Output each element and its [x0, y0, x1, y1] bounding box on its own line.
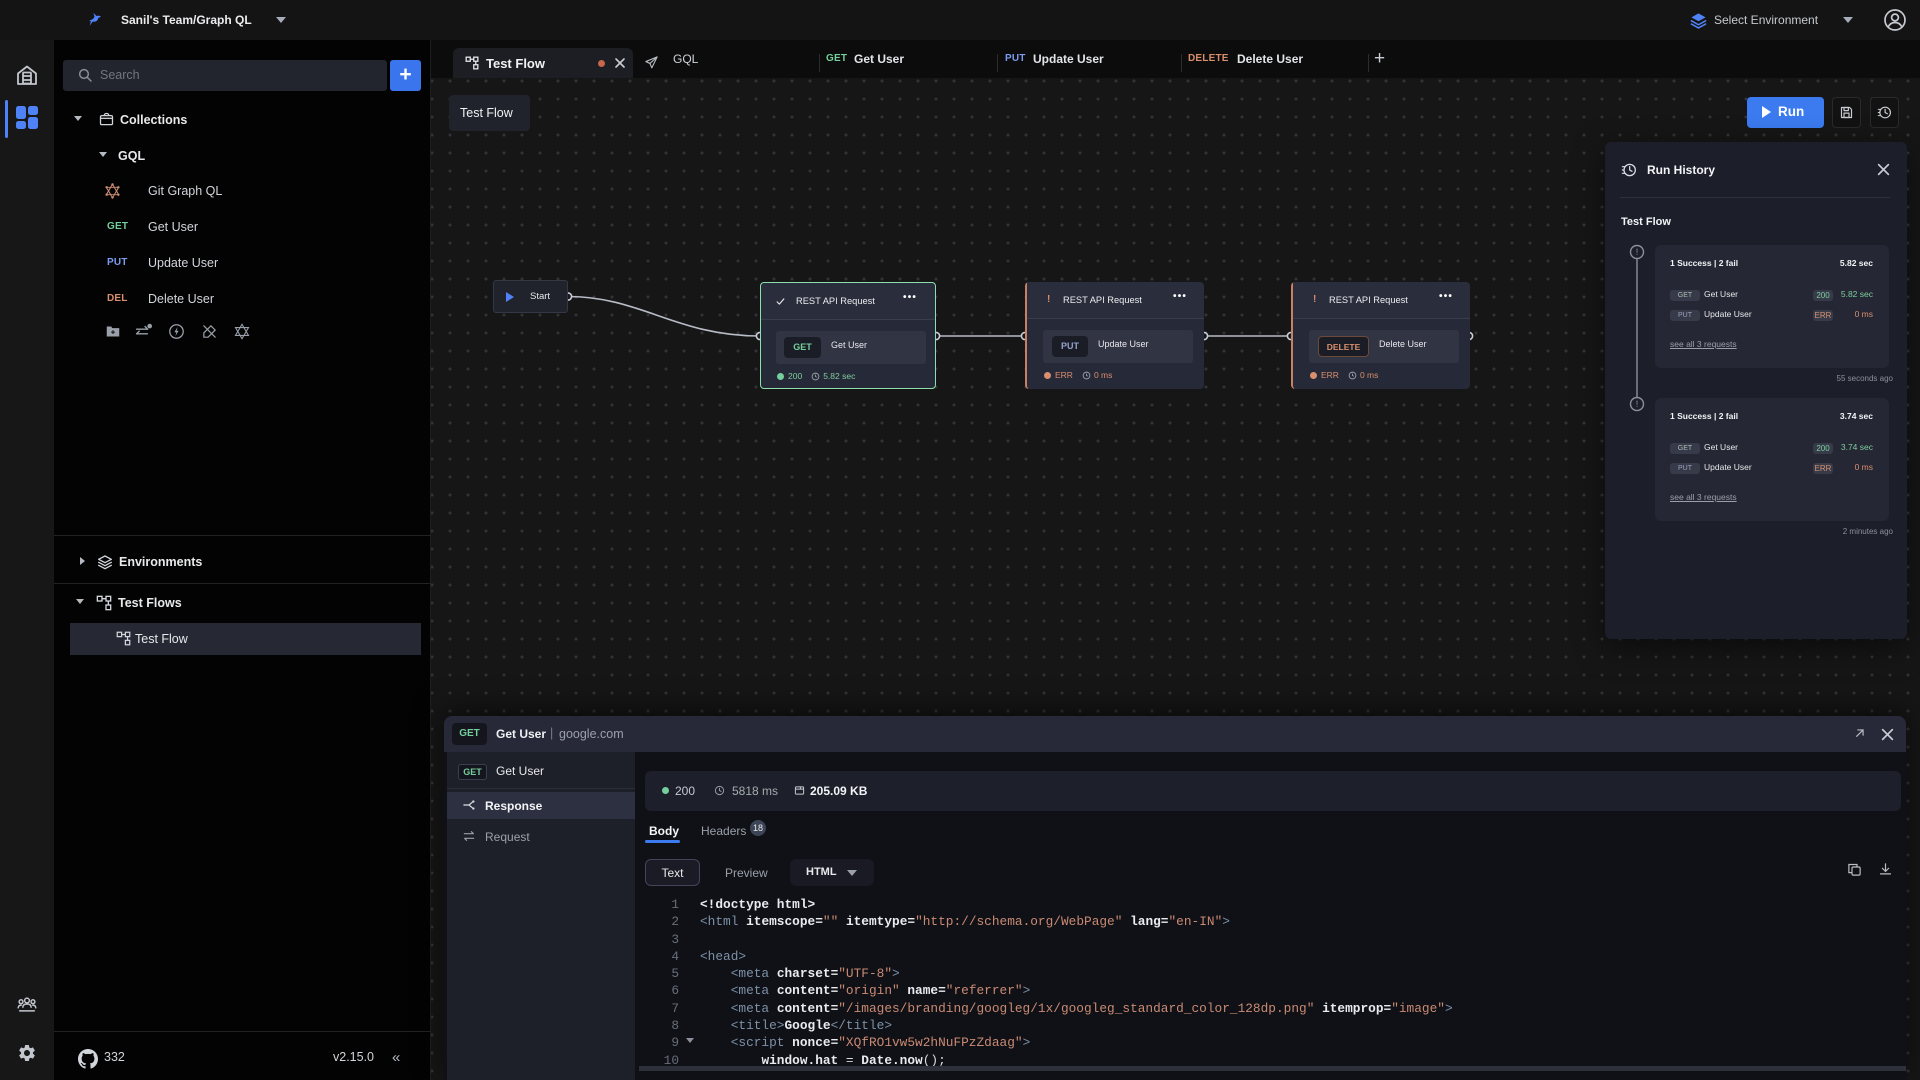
svg-text:!: ! [1636, 247, 1639, 257]
svg-text:!: ! [1636, 399, 1639, 409]
